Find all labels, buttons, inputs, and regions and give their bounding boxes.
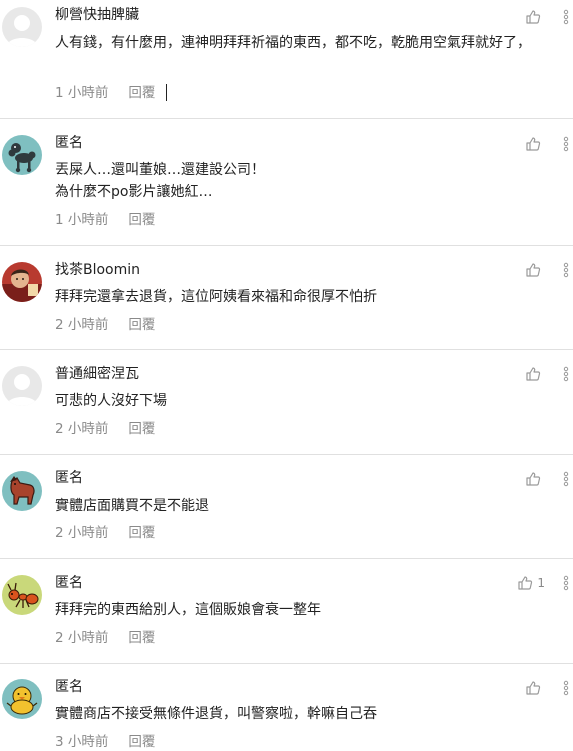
comment-text: 人有錢，有什麼用，連神明拜拜祈福的東西，都不吃，乾脆用空氣拜就好了， xyxy=(55,35,531,51)
poodle-icon xyxy=(2,135,42,175)
more-options-icon[interactable] xyxy=(561,9,571,25)
divider xyxy=(0,558,573,559)
user-photo-icon xyxy=(2,262,42,302)
like-button[interactable] xyxy=(525,136,545,152)
thumbs-up-icon xyxy=(526,472,541,486)
comment-time: 3 小時前 xyxy=(55,734,109,750)
avatar[interactable] xyxy=(2,575,42,615)
comment-author[interactable]: 找茶Bloomin xyxy=(55,261,140,279)
avatar[interactable] xyxy=(2,366,42,406)
chick-icon xyxy=(2,679,42,719)
default-avatar-icon xyxy=(2,7,42,47)
reply-button[interactable]: 回覆 xyxy=(128,420,155,438)
thumbs-up-icon xyxy=(526,681,541,695)
comment-text: 可悲的人沒好下場 xyxy=(55,393,167,409)
reply-button[interactable]: 回覆 xyxy=(128,84,155,102)
divider xyxy=(0,663,573,664)
comment-time: 2 小時前 xyxy=(55,421,109,437)
comment-time: 1 小時前 xyxy=(55,212,109,228)
thumbs-up-icon xyxy=(526,137,541,151)
thumbs-up-icon xyxy=(526,263,541,277)
avatar[interactable] xyxy=(2,7,42,47)
like-button[interactable]: 1 xyxy=(517,575,545,591)
comment-text: 實體商店不接受無條件退貨，叫警察啦，幹嘛自己吞 xyxy=(55,706,377,722)
avatar[interactable] xyxy=(2,679,42,719)
comment-meta: 2 小時前 回覆 xyxy=(55,420,155,438)
thumbs-up-icon xyxy=(526,367,541,381)
divider xyxy=(0,245,573,246)
comment-time: 2 小時前 xyxy=(55,317,109,333)
like-button[interactable] xyxy=(525,471,545,487)
comment-author[interactable]: 匿名 xyxy=(55,574,83,592)
comment-time: 2 小時前 xyxy=(55,630,109,646)
comment-time: 1 小時前 xyxy=(55,85,109,101)
comment-meta: 3 小時前 回覆 xyxy=(55,733,155,751)
comment-meta: 1 小時前 回覆 xyxy=(55,211,155,229)
avatar[interactable] xyxy=(2,262,42,302)
like-button[interactable] xyxy=(525,366,545,382)
comment-time: 2 小時前 xyxy=(55,525,109,541)
reply-button[interactable]: 回覆 xyxy=(128,629,155,647)
divider xyxy=(0,454,573,455)
default-avatar-icon xyxy=(2,366,42,406)
comment-author[interactable]: 普通細密涅瓦 xyxy=(55,365,139,383)
avatar[interactable] xyxy=(2,135,42,175)
like-button[interactable] xyxy=(525,9,545,25)
reply-button[interactable]: 回覆 xyxy=(128,316,155,334)
comment-text: 拜拜完的東西給別人，這個販娘會衰一整年 xyxy=(55,602,321,618)
more-options-icon[interactable] xyxy=(561,262,571,278)
horse-icon xyxy=(2,471,42,511)
reply-button[interactable]: 回覆 xyxy=(128,733,155,751)
comment-meta: 2 小時前 回覆 xyxy=(55,316,155,334)
comment-author[interactable]: 柳營快抽脾臟 xyxy=(55,6,139,24)
comment-author[interactable]: 匿名 xyxy=(55,678,83,696)
comment-author[interactable]: 匿名 xyxy=(55,469,83,487)
divider xyxy=(0,118,573,119)
thumbs-up-icon xyxy=(526,10,541,24)
avatar[interactable] xyxy=(2,471,42,511)
text-cursor xyxy=(166,84,167,101)
more-options-icon[interactable] xyxy=(561,680,571,696)
comment-text: 丟屎人…還叫董娘…還建設公司！ 為什麼不po影片讓她紅… xyxy=(55,162,265,200)
comment-text: 拜拜完還拿去退貨，這位阿姨看來福和命很厚不怕折 xyxy=(55,289,377,305)
divider xyxy=(0,349,573,350)
more-options-icon[interactable] xyxy=(561,575,571,591)
more-options-icon[interactable] xyxy=(561,136,571,152)
like-count: 1 xyxy=(537,576,545,590)
more-options-icon[interactable] xyxy=(561,471,571,487)
comment-meta: 2 小時前 回覆 xyxy=(55,629,155,647)
ant-icon xyxy=(2,575,42,615)
comment-author[interactable]: 匿名 xyxy=(55,134,83,152)
comment-meta: 1 小時前 回覆 xyxy=(55,84,155,102)
comment-meta: 2 小時前 回覆 xyxy=(55,524,155,542)
like-button[interactable] xyxy=(525,262,545,278)
thumbs-up-icon xyxy=(518,576,533,590)
comment-text: 實體店面購買不是不能退 xyxy=(55,498,209,514)
reply-button[interactable]: 回覆 xyxy=(128,524,155,542)
more-options-icon[interactable] xyxy=(561,366,571,382)
reply-button[interactable]: 回覆 xyxy=(128,211,155,229)
like-button[interactable] xyxy=(525,680,545,696)
